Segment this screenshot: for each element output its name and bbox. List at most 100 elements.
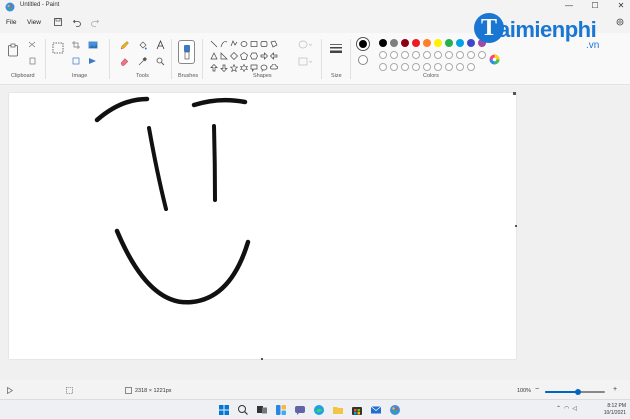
watermark-suffix: .vn [586, 40, 600, 51]
rounded-rectangle-shape-icon[interactable] [260, 40, 268, 48]
zoom-out-icon[interactable]: − [535, 386, 539, 393]
close-button[interactable]: ✕ [616, 1, 626, 10]
size-icon[interactable] [330, 43, 342, 55]
copy-icon[interactable] [28, 57, 36, 65]
wifi-icon[interactable]: ◠ [564, 405, 569, 412]
color-swatch[interactable] [456, 39, 464, 47]
canvas-resize-handle[interactable] [513, 92, 516, 95]
color-picker-icon[interactable] [138, 57, 147, 66]
file-explorer-icon[interactable] [332, 404, 344, 416]
cut-icon[interactable] [28, 41, 36, 49]
color-swatch[interactable] [401, 51, 409, 59]
paint-taskbar-icon[interactable] [389, 404, 401, 416]
custom-color-swatch[interactable] [390, 63, 398, 71]
custom-color-swatch[interactable] [412, 63, 420, 71]
color-swatch[interactable] [423, 51, 431, 59]
color-swatch[interactable] [434, 39, 442, 47]
color-swatch[interactable] [456, 51, 464, 59]
color-swatch[interactable] [434, 51, 442, 59]
task-view-icon[interactable] [256, 404, 268, 416]
outline-icon[interactable] [298, 40, 312, 49]
clock[interactable]: 8:12 PM 10/1/2021 [604, 403, 626, 417]
color-swatch[interactable] [445, 39, 453, 47]
color-swatch[interactable] [390, 51, 398, 59]
eraser-icon[interactable] [120, 57, 129, 66]
pentagon-shape-icon[interactable] [240, 52, 248, 60]
rotate-icon[interactable] [88, 57, 97, 65]
custom-color-swatch[interactable] [434, 63, 442, 71]
custom-color-swatch[interactable] [467, 63, 475, 71]
color-swatch[interactable] [379, 51, 387, 59]
crop-icon[interactable] [72, 41, 80, 49]
primary-color-swatch[interactable] [357, 38, 369, 50]
brushes-button[interactable] [178, 40, 195, 64]
custom-color-swatch[interactable] [423, 63, 431, 71]
edge-icon[interactable] [313, 404, 325, 416]
right-triangle-shape-icon[interactable] [220, 52, 228, 60]
magnifier-icon[interactable] [156, 57, 165, 66]
oval-shape-icon[interactable] [240, 40, 248, 48]
color-swatch[interactable] [478, 51, 486, 59]
rectangle-shape-icon[interactable] [250, 40, 258, 48]
volume-icon[interactable]: ◁ [572, 405, 577, 412]
fill-shape-icon[interactable] [298, 57, 312, 66]
color-swatch[interactable] [379, 39, 387, 47]
drawing-canvas[interactable] [9, 93, 516, 359]
select-icon[interactable] [52, 42, 64, 54]
diamond-shape-icon[interactable] [230, 52, 238, 60]
pencil-icon[interactable] [120, 41, 129, 50]
canvas-resize-handle[interactable] [261, 358, 263, 360]
color-swatch[interactable] [401, 39, 409, 47]
star-shape-icon[interactable] [230, 64, 238, 72]
menu-view[interactable]: View [27, 19, 41, 26]
secondary-color-swatch[interactable] [358, 55, 368, 65]
callout-oval-shape-icon[interactable] [260, 64, 268, 72]
callout-cloud-shape-icon[interactable] [270, 64, 278, 72]
polygon-shape-icon[interactable] [270, 40, 278, 48]
chevron-up-icon[interactable]: ⌃ [556, 405, 561, 412]
custom-color-swatch[interactable] [401, 63, 409, 71]
redo-icon[interactable] [90, 17, 100, 27]
menu-file[interactable]: File [6, 19, 16, 26]
custom-color-swatch[interactable] [445, 63, 453, 71]
line-shape-icon[interactable] [210, 40, 218, 48]
paste-icon[interactable] [7, 43, 19, 57]
text-icon[interactable] [156, 40, 165, 50]
arrow-right-shape-icon[interactable] [260, 52, 268, 60]
color-swatch[interactable] [390, 39, 398, 47]
save-icon[interactable] [53, 17, 63, 27]
zoom-in-icon[interactable]: + [613, 386, 617, 393]
triangle-shape-icon[interactable] [210, 52, 218, 60]
chat-icon[interactable] [294, 404, 306, 416]
edit-colors-icon[interactable] [489, 54, 500, 65]
curve-shape-icon[interactable] [220, 40, 228, 48]
color-swatch[interactable] [412, 39, 420, 47]
lasso-shape-icon[interactable] [230, 40, 238, 48]
color-swatch[interactable] [445, 51, 453, 59]
zoom-slider-thumb[interactable] [575, 389, 581, 395]
color-swatch[interactable] [412, 51, 420, 59]
start-icon[interactable] [218, 404, 230, 416]
search-icon[interactable] [237, 404, 249, 416]
image-icon[interactable] [88, 41, 98, 49]
custom-color-swatch[interactable] [379, 63, 387, 71]
arrow-up-shape-icon[interactable] [210, 64, 218, 72]
store-icon[interactable] [351, 404, 363, 416]
custom-color-swatch[interactable] [456, 63, 464, 71]
widgets-icon[interactable] [275, 404, 287, 416]
callout-rect-shape-icon[interactable] [250, 64, 258, 72]
minimize-button[interactable]: — [564, 1, 574, 10]
canvas-resize-handle[interactable] [515, 225, 517, 227]
zoom-slider[interactable] [545, 389, 605, 395]
arrow-left-shape-icon[interactable] [270, 52, 278, 60]
maximize-button[interactable]: ☐ [590, 1, 600, 10]
star6-shape-icon[interactable] [240, 64, 248, 72]
mail-icon[interactable] [370, 404, 382, 416]
arrow-down-shape-icon[interactable] [220, 64, 228, 72]
hexagon-shape-icon[interactable] [250, 52, 258, 60]
fill-icon[interactable] [138, 41, 147, 50]
resize-icon[interactable] [72, 57, 80, 65]
color-swatch[interactable] [423, 39, 431, 47]
undo-icon[interactable] [72, 17, 82, 27]
color-swatch[interactable] [467, 51, 475, 59]
